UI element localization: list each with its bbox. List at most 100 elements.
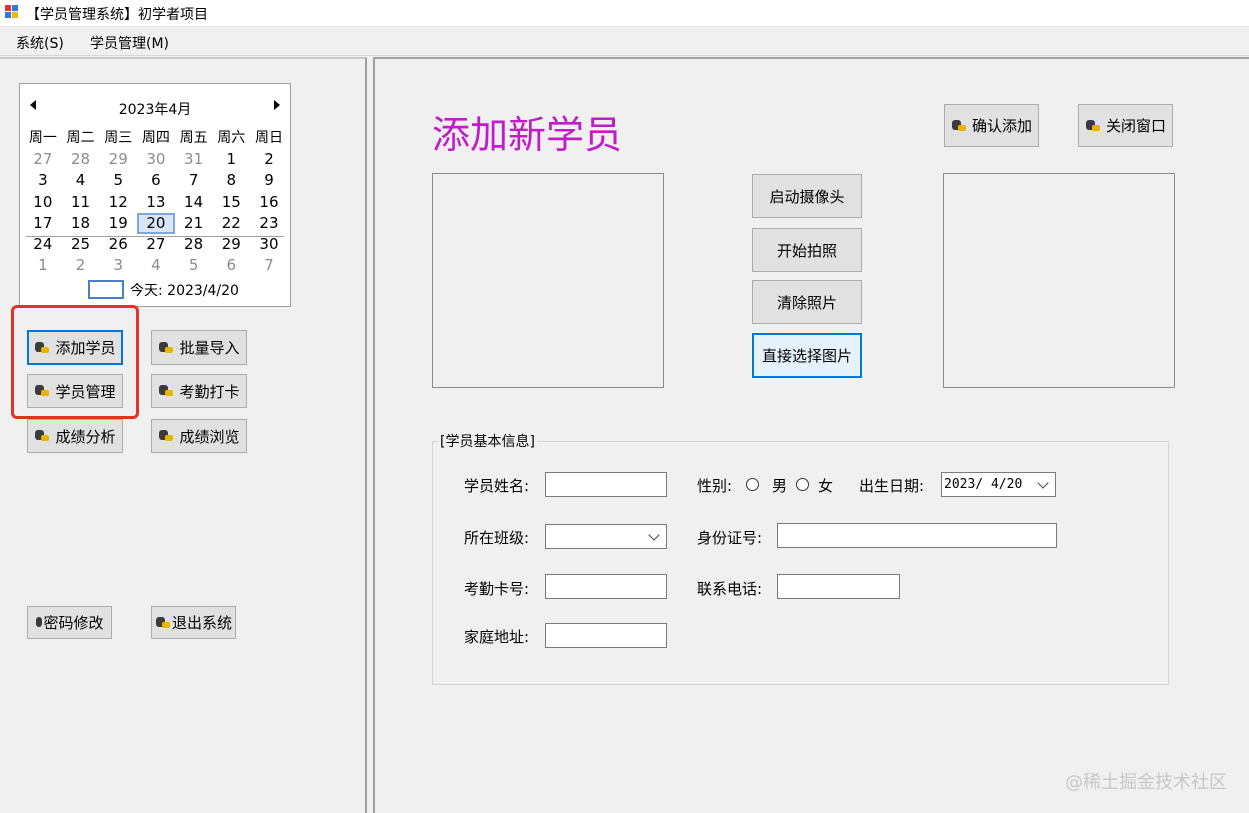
calendar-day[interactable]: 12 xyxy=(99,192,137,213)
phone-input[interactable] xyxy=(777,574,900,599)
card-no-input[interactable] xyxy=(545,574,667,599)
key-icon xyxy=(951,119,967,133)
chevron-down-icon xyxy=(1037,477,1049,489)
id-card-input[interactable] xyxy=(777,523,1057,548)
student-info-group-title: [学员基本信息] xyxy=(438,431,537,451)
calendar-day[interactable]: 21 xyxy=(175,213,213,234)
weekday-header: 周四 xyxy=(141,130,170,146)
weekday-header: 周六 xyxy=(217,130,246,146)
calendar-day[interactable]: 30 xyxy=(137,149,175,170)
calendar-day[interactable]: 29 xyxy=(99,149,137,170)
calendar-day[interactable]: 22 xyxy=(212,213,250,234)
phone-label: 联系电话: xyxy=(697,580,763,598)
address-input[interactable] xyxy=(545,623,667,648)
calendar-day[interactable]: 7 xyxy=(175,170,213,191)
calendar-day[interactable]: 14 xyxy=(175,192,213,213)
change-password-label: 密码修改 xyxy=(43,614,104,632)
month-calendar[interactable]: 2023年4月 周一 周二 周三 周四 周五 周六 周日 27 28 29 30 31 1 2 3 4 5 6 7 8… xyxy=(19,83,291,307)
calendar-day[interactable]: 9 xyxy=(250,170,288,191)
calendar-day[interactable]: 8 xyxy=(212,170,250,191)
close-window-label: 关闭窗口 xyxy=(1105,117,1166,135)
weekday-header: 周三 xyxy=(104,130,133,146)
calendar-day[interactable]: 19 xyxy=(99,213,137,234)
exit-system-label: 退出系统 xyxy=(171,614,232,632)
weekday-header: 周五 xyxy=(179,130,208,146)
calendar-day[interactable]: 17 xyxy=(24,213,62,234)
calendar-day[interactable]: 1 xyxy=(24,255,62,276)
calendar-month-label: 2023年4月 xyxy=(118,102,192,118)
start-camera-button[interactable]: 启动摄像头 xyxy=(752,174,862,218)
calendar-day[interactable]: 11 xyxy=(62,192,100,213)
calendar-day[interactable]: 23 xyxy=(250,213,288,234)
female-label: 女 xyxy=(818,477,834,495)
address-label: 家庭地址: xyxy=(464,628,530,646)
key-icon xyxy=(1085,119,1101,133)
choose-picture-button[interactable]: 直接选择图片 xyxy=(752,333,862,378)
calendar-day[interactable]: 13 xyxy=(137,192,175,213)
score-browse-button[interactable]: 成绩浏览 xyxy=(151,419,247,453)
name-input[interactable] xyxy=(545,472,667,497)
calendar-day[interactable]: 1 xyxy=(212,149,250,170)
calendar-day[interactable]: 2 xyxy=(250,149,288,170)
calendar-day[interactable]: 27 xyxy=(24,149,62,170)
calendar-today-label[interactable]: 今天: 2023/4/20 xyxy=(130,280,239,300)
calendar-day[interactable]: 28 xyxy=(175,234,213,255)
batch-import-button[interactable]: 批量导入 xyxy=(151,330,247,365)
calendar-day[interactable]: 10 xyxy=(24,192,62,213)
key-icon xyxy=(35,616,43,630)
score-analysis-label: 成绩分析 xyxy=(55,427,116,446)
menu-bar: 系统(S) 学员管理(M) xyxy=(0,27,1249,56)
menu-system[interactable]: 系统(S) xyxy=(16,33,64,53)
male-label: 男 xyxy=(772,477,788,495)
weekday-header: 周二 xyxy=(66,130,95,146)
female-radio[interactable] xyxy=(796,478,809,491)
calendar-day[interactable]: 18 xyxy=(62,213,100,234)
calendar-day[interactable]: 26 xyxy=(99,234,137,255)
calendar-day[interactable]: 5 xyxy=(99,170,137,191)
menu-student-manage[interactable]: 学员管理(M) xyxy=(90,33,169,53)
calendar-day[interactable]: 27 xyxy=(137,234,175,255)
class-select[interactable] xyxy=(545,524,667,549)
key-icon xyxy=(158,429,174,443)
change-password-button[interactable]: 密码修改 xyxy=(27,606,112,639)
calendar-day[interactable]: 6 xyxy=(137,170,175,191)
calendar-day[interactable]: 6 xyxy=(212,255,250,276)
name-label: 学员姓名: xyxy=(464,477,530,495)
score-browse-label: 成绩浏览 xyxy=(179,427,240,446)
calendar-day[interactable]: 25 xyxy=(62,234,100,255)
calendar-day[interactable]: 3 xyxy=(99,255,137,276)
calendar-day[interactable]: 4 xyxy=(62,170,100,191)
calendar-day[interactable]: 7 xyxy=(250,255,288,276)
calendar-day[interactable]: 30 xyxy=(250,234,288,255)
close-window-button[interactable]: 关闭窗口 xyxy=(1078,104,1173,147)
score-analysis-button[interactable]: 成绩分析 xyxy=(27,419,123,453)
clear-photo-button[interactable]: 清除照片 xyxy=(752,280,862,324)
chevron-down-icon xyxy=(648,529,660,541)
id-card-label: 身份证号: xyxy=(697,529,763,547)
confirm-add-button[interactable]: 确认添加 xyxy=(944,104,1039,147)
calendar-day[interactable]: 4 xyxy=(137,255,175,276)
attendance-button[interactable]: 考勤打卡 xyxy=(151,374,247,408)
calendar-day[interactable]: 2 xyxy=(62,255,100,276)
exit-system-button[interactable]: 退出系统 xyxy=(151,606,236,639)
key-icon xyxy=(158,384,174,398)
watermark: @稀土掘金技术社区 xyxy=(1065,772,1227,793)
calendar-day[interactable]: 24 xyxy=(24,234,62,255)
gender-label: 性别: xyxy=(697,477,733,495)
next-month-icon[interactable] xyxy=(274,100,280,110)
male-radio[interactable] xyxy=(746,478,759,491)
key-icon xyxy=(155,616,171,630)
calendar-day[interactable]: 16 xyxy=(250,192,288,213)
calendar-day[interactable]: 15 xyxy=(212,192,250,213)
calendar-day[interactable]: 31 xyxy=(175,149,213,170)
camera-preview-box xyxy=(432,173,664,388)
page-title: 添加新学员 xyxy=(432,113,623,157)
calendar-day[interactable]: 5 xyxy=(175,255,213,276)
birth-date-picker[interactable]: 2023/ 4/20 xyxy=(941,472,1056,497)
calendar-day[interactable]: 29 xyxy=(212,234,250,255)
calendar-day[interactable]: 28 xyxy=(62,149,100,170)
calendar-day[interactable]: 3 xyxy=(24,170,62,191)
take-photo-button[interactable]: 开始拍照 xyxy=(752,228,862,272)
key-icon xyxy=(158,341,174,355)
calendar-day[interactable]: 20 xyxy=(137,212,175,234)
